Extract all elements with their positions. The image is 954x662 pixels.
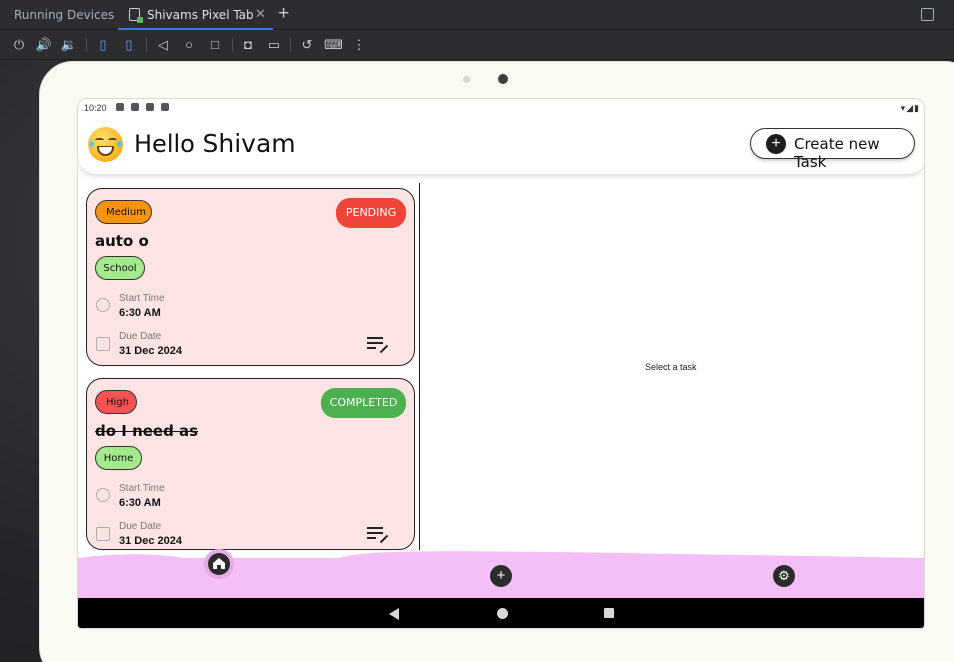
shield-notification-icon [146, 103, 154, 111]
sensor-dot [463, 76, 470, 83]
system-home-icon[interactable] [497, 608, 508, 619]
category-badge: School [95, 256, 145, 280]
priority-badge: Medium [95, 200, 152, 224]
screen-record-icon[interactable]: ▭ [265, 36, 283, 54]
edit-task-icon[interactable] [367, 337, 389, 355]
sd-card-notification-icon [161, 103, 169, 111]
create-new-task-button[interactable]: + Create new Task [750, 128, 915, 171]
back-icon[interactable]: ◁ [154, 36, 172, 54]
priority-badge: High [95, 390, 137, 414]
notification-icon [131, 103, 139, 111]
collapse-panel-icon[interactable] [921, 8, 934, 21]
device-toolbar: ⏻ 🔊 🔉 ▯ ▯ ◁ ○ □ ◘ ▭ ↺ ⌨ ⋮ [0, 30, 954, 60]
close-tab-icon[interactable]: ✕ [255, 7, 266, 22]
start-time-value: 6:30 AM [119, 307, 161, 319]
screenshot-icon[interactable]: ◘ [239, 36, 257, 54]
home-icon [208, 553, 230, 575]
split-divider [419, 183, 420, 550]
camera-lens [498, 74, 508, 84]
clock-icon [96, 298, 110, 312]
start-time-label: Start Time [119, 483, 165, 494]
overview-icon[interactable]: □ [206, 36, 224, 54]
android-nav-bar [78, 598, 924, 628]
device-tab-label: Shivams Pixel Tab [147, 8, 254, 22]
status-badge: COMPLETED [321, 388, 406, 418]
due-date-label: Due Date [119, 331, 162, 342]
toolbar-divider [290, 38, 291, 52]
settings-notification-icon [116, 103, 124, 111]
volume-up-icon[interactable]: 🔊 [35, 36, 53, 54]
task-card[interactable]: High COMPLETED do I need as Home Start T… [86, 378, 415, 550]
category-badge: Home [95, 446, 142, 470]
system-back-icon[interactable] [389, 608, 399, 620]
reset-icon[interactable]: ↺ [298, 36, 316, 54]
task-title: auto o [95, 232, 149, 250]
system-recents-icon[interactable] [604, 608, 614, 618]
device-mirror-icon[interactable]: ⌨ [324, 36, 343, 54]
rotate-right-icon[interactable]: ▯ [120, 36, 138, 54]
nav-settings-button[interactable]: ⚙ [773, 565, 795, 587]
power-icon[interactable]: ⏻ [10, 36, 28, 54]
task-card[interactable]: Medium PENDING auto o School Start Time … [86, 188, 415, 366]
android-status-bar: 10:20 ▾◢▮ [78, 99, 924, 117]
toolbar-divider [86, 38, 87, 52]
device-screen: 10:20 ▾◢▮ Hello Shivam + Create new Task… [77, 98, 925, 629]
status-time: 10:20 [84, 103, 107, 113]
device-icon [129, 8, 143, 23]
app-header: Hello Shivam + Create new Task [78, 117, 924, 174]
plus-icon: + [766, 134, 786, 154]
add-device-tab-icon[interactable]: + [278, 3, 289, 25]
volume-down-icon[interactable]: 🔉 [60, 36, 78, 54]
ide-tab-bar: Running Devices Shivams Pixel Tab ✕ + [0, 0, 954, 30]
calendar-icon [96, 337, 110, 351]
signal-battery-icons: ▾◢▮ [900, 103, 920, 113]
device-tab[interactable]: Shivams Pixel Tab ✕ [118, 0, 273, 30]
calendar-icon [96, 527, 110, 541]
task-title: do I need as [95, 422, 199, 440]
edit-task-icon[interactable] [367, 527, 389, 545]
more-icon[interactable]: ⋮ [350, 36, 368, 54]
status-badge: PENDING [336, 198, 406, 228]
greeting-text: Hello [134, 130, 195, 158]
home-icon[interactable]: ○ [180, 36, 198, 54]
toolbar-divider [146, 38, 147, 52]
nav-home-button[interactable] [204, 549, 234, 579]
start-time-value: 6:30 AM [119, 497, 161, 509]
greeting-heading: Hello Shivam [134, 129, 296, 158]
clock-icon [96, 488, 110, 502]
toolbar-divider [232, 38, 233, 52]
rotate-left-icon[interactable]: ▯ [94, 36, 112, 54]
start-time-label: Start Time [119, 293, 165, 304]
due-date-label: Due Date [119, 521, 162, 532]
empty-detail-text: Select a task [645, 362, 697, 372]
laughing-emoji-avatar [88, 127, 123, 162]
due-date-value: 31 Dec 2024 [119, 345, 182, 357]
create-new-task-label: Create new Task [794, 135, 880, 171]
user-name: Shivam [202, 129, 296, 158]
nav-add-task-button[interactable]: + [490, 565, 512, 587]
running-devices-title: Running Devices [14, 8, 115, 22]
